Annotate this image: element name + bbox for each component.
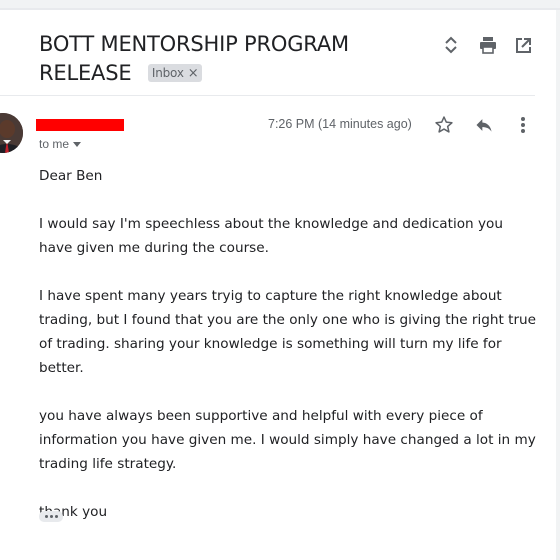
body-paragraph: you have always been supportive and help… bbox=[39, 408, 536, 472]
recipient-details-toggle[interactable]: to me bbox=[39, 137, 82, 151]
star-icon[interactable] bbox=[432, 113, 456, 137]
subject-line-2: RELEASE Inbox × bbox=[39, 59, 429, 88]
sender-avatar[interactable] bbox=[0, 113, 23, 153]
closing: thank you bbox=[39, 504, 108, 520]
body-paragraph: I have spent many years tryig to capture… bbox=[39, 288, 537, 376]
sender-name-redacted bbox=[36, 119, 124, 131]
message-time: 7:26 PM (14 minutes ago) bbox=[268, 117, 412, 131]
chevron-down-icon bbox=[73, 141, 82, 147]
subject-line-2-text: RELEASE bbox=[39, 61, 132, 85]
remove-label-icon[interactable]: × bbox=[188, 67, 199, 80]
ellipsis-dot bbox=[44, 515, 48, 518]
expand-collapse-icon[interactable] bbox=[440, 34, 462, 56]
recipient-text: to me bbox=[39, 137, 70, 151]
greeting: Dear Ben bbox=[39, 168, 103, 184]
body-paragraph: I would say I'm speechless about the kno… bbox=[39, 216, 503, 256]
inbox-label-chip[interactable]: Inbox × bbox=[147, 64, 203, 82]
reply-icon[interactable] bbox=[472, 113, 496, 137]
message-body: Dear Ben I would say I'm speechless abou… bbox=[39, 164, 539, 548]
subject-line-1: BOTT MENTORSHIP PROGRAM bbox=[39, 32, 349, 56]
show-trimmed-content-button[interactable] bbox=[39, 511, 63, 522]
inbox-label-text: Inbox bbox=[151, 66, 184, 80]
ellipsis-dot bbox=[54, 515, 58, 518]
more-options-icon[interactable] bbox=[511, 113, 535, 137]
thread-actions bbox=[440, 34, 540, 54]
subject-header: BOTT MENTORSHIP PROGRAM RELEASE Inbox × bbox=[39, 30, 429, 88]
open-in-new-window-icon[interactable] bbox=[512, 34, 534, 56]
print-icon[interactable] bbox=[477, 34, 499, 56]
scrollbar-track[interactable] bbox=[556, 10, 560, 560]
ellipsis-dot bbox=[49, 515, 53, 518]
message-actions bbox=[432, 113, 532, 137]
top-toolbar-edge bbox=[0, 0, 560, 10]
header-divider bbox=[0, 95, 535, 96]
